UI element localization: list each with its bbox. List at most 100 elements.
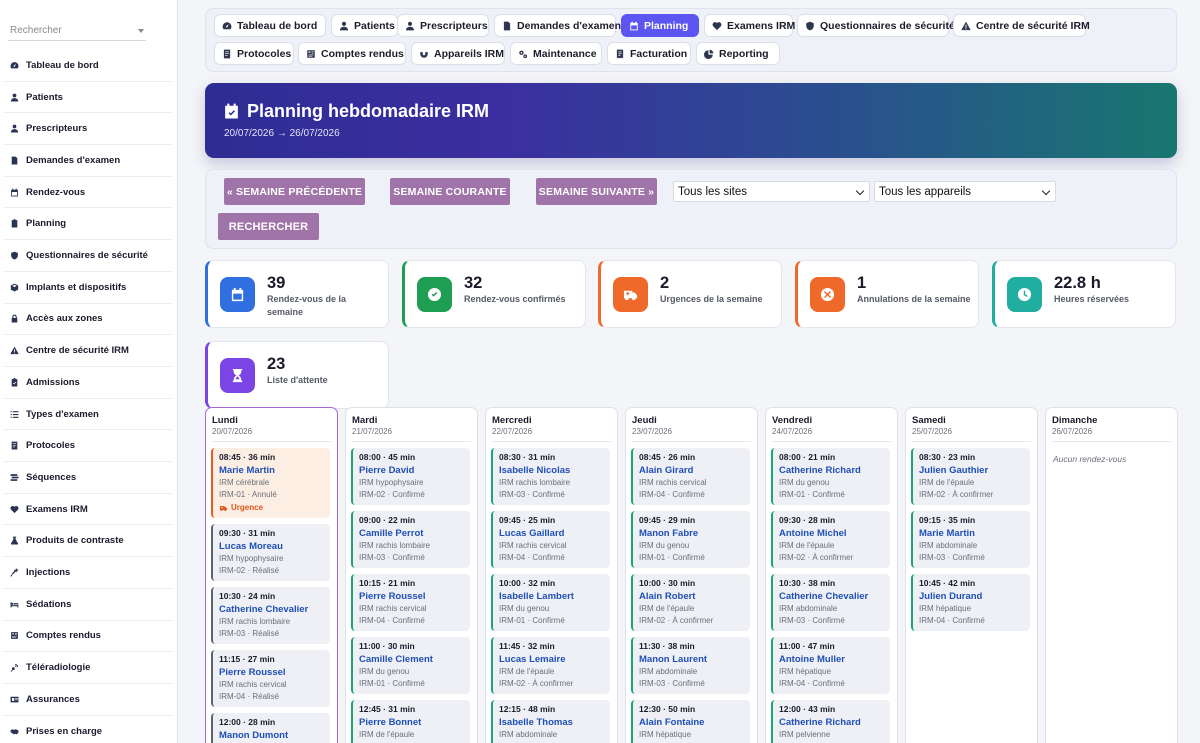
appointment-patient[interactable]: Lucas Moreau [219, 541, 283, 552]
sidebar-item-prescripteurs[interactable]: Prescripteurs [4, 113, 172, 146]
appointment-patient[interactable]: Isabelle Nicolas [499, 465, 570, 476]
search-input[interactable]: Rechercher [8, 22, 146, 41]
sidebar-item-tableau-de-bord[interactable]: Tableau de bord [4, 50, 172, 82]
sidebar-item-sedations[interactable]: Sédations [4, 589, 172, 621]
sidebar-item-implants-et-dispositifs[interactable]: Implants et dispositifs [4, 272, 172, 304]
appointment-patient[interactable]: Marie Martin [219, 465, 275, 476]
device-select[interactable]: Tous les appareils [874, 181, 1056, 202]
sidebar-item-comptes-rendus[interactable]: Comptes rendus [4, 621, 172, 653]
appointment-patient[interactable]: Isabelle Thomas [499, 717, 573, 728]
tab-planning[interactable]: Planning [621, 14, 699, 37]
appointment-patient[interactable]: Lucas Gaillard [499, 528, 564, 539]
tab-protocoles[interactable]: Protocoles [214, 42, 294, 65]
appointment-card[interactable]: 10:15 · 21 min Pierre Roussel IRM rachis c… [351, 574, 470, 631]
appointment-patient[interactable]: Alain Robert [639, 591, 695, 602]
appointment-card[interactable]: 12:15 · 48 min Isabelle Thomas IRM abdomin… [491, 700, 610, 743]
appointment-patient[interactable]: Lucas Lemaire [499, 654, 566, 665]
sidebar-item-admissions[interactable]: Admissions [4, 367, 172, 399]
sidebar-item-questionnaires-de-securite[interactable]: Questionnaires de sécurité [4, 240, 172, 272]
tab-comptes-rendus[interactable]: Comptes rendus [298, 42, 406, 65]
appointment-card[interactable]: 12:45 · 31 min Pierre Bonnet IRM de l'épau… [351, 700, 470, 743]
appointment-card[interactable]: 12:30 · 50 min Alain Fontaine IRM hépatiqu… [631, 700, 750, 743]
appointment-patient[interactable]: Julien Gauthier [919, 465, 988, 476]
appointment-card[interactable]: 08:45 · 36 min Marie Martin IRM cérébrale I… [211, 448, 330, 518]
appointment-patient[interactable]: Alain Girard [639, 465, 693, 476]
tab-facturation[interactable]: Facturation [607, 42, 691, 65]
sidebar-item-planning[interactable]: Planning [4, 209, 172, 241]
appointment-patient[interactable]: Pierre Bonnet [359, 717, 421, 728]
tab-prescripteurs[interactable]: Prescripteurs [397, 14, 489, 37]
sidebar-item-examens-irm[interactable]: Examens IRM [4, 494, 172, 526]
appointment-card[interactable]: 10:45 · 42 min Julien Durand IRM hépatique… [911, 574, 1030, 631]
sidebar-item-prises-en-charge[interactable]: Prises en charge [4, 716, 172, 743]
appointment-patient[interactable]: Manon Laurent [639, 654, 707, 665]
appointment-patient[interactable]: Pierre Roussel [359, 591, 426, 602]
sidebar-item-injections[interactable]: Injections [4, 557, 172, 589]
appointment-patient[interactable]: Catherine Chevalier [779, 591, 868, 602]
appointment-card[interactable]: 09:30 · 28 min Antoine Michel IRM de l'épa… [771, 511, 890, 568]
sidebar-item-produits-de-contraste[interactable]: Produits de contraste [4, 526, 172, 558]
appointment-patient[interactable]: Camille Clement [359, 654, 433, 665]
appointment-card[interactable]: 09:00 · 22 min Camille Perrot IRM rachis l… [351, 511, 470, 568]
appointment-patient[interactable]: Camille Perrot [359, 528, 423, 539]
tab-reporting[interactable]: Reporting [696, 42, 780, 65]
appointment-card[interactable]: 09:45 · 25 min Lucas Gaillard IRM rachis c… [491, 511, 610, 568]
appointment-card[interactable]: 11:45 · 32 min Lucas Lemaire IRM de l'épau… [491, 637, 610, 694]
appointment-card[interactable]: 08:00 · 21 min Catherine Richard IRM du ge… [771, 448, 890, 505]
sidebar-item-sequences[interactable]: Séquences [4, 462, 172, 494]
appointment-patient[interactable]: Catherine Richard [779, 717, 861, 728]
appointment-card[interactable]: 09:15 · 35 min Marie Martin IRM abdominale… [911, 511, 1030, 568]
appointment-card[interactable]: 08:30 · 23 min Julien Gauthier IRM de l'ép… [911, 448, 1030, 505]
sidebar-item-centre-de-securite-irm[interactable]: Centre de sécurité IRM [4, 335, 172, 367]
sidebar-item-types-d-examen[interactable]: Types d'examen [4, 399, 172, 431]
appointment-patient[interactable]: Isabelle Lambert [499, 591, 574, 602]
tab-centre-de-securite-irm[interactable]: Centre de sécurité IRM [953, 14, 1090, 37]
appointment-card[interactable]: 11:00 · 47 min Antoine Muller IRM hépatiqu… [771, 637, 890, 694]
appointment-patient[interactable]: Antoine Muller [779, 654, 845, 665]
appointment-card[interactable]: 10:30 · 24 min Catherine Chevalier IRM rac… [211, 587, 330, 644]
appointment-patient[interactable]: Manon Dumont [219, 730, 288, 741]
appointment-card[interactable]: 08:30 · 31 min Isabelle Nicolas IRM rachis… [491, 448, 610, 505]
tab-examens-irm[interactable]: Examens IRM [704, 14, 795, 37]
sidebar-item-patients[interactable]: Patients [4, 82, 172, 114]
tab-patients[interactable]: Patients [331, 14, 398, 37]
site-select[interactable]: Tous les sites [673, 181, 870, 202]
sidebar-item-acces-aux-zones[interactable]: Accès aux zones [4, 304, 172, 336]
appointment-patient[interactable]: Manon Fabre [639, 528, 698, 539]
appointment-card[interactable]: 11:00 · 30 min Camille Clement IRM du geno… [351, 637, 470, 694]
sidebar-item-label: Rendez-vous [26, 186, 86, 198]
appointment-card[interactable]: 08:00 · 45 min Pierre David IRM hypophysai… [351, 448, 470, 505]
next-week-button[interactable]: SEMAINE SUIVANTE » [536, 178, 657, 205]
tab-demandes-d-examen[interactable]: Demandes d'examen [494, 14, 621, 37]
appointment-card[interactable]: 08:45 · 26 min Alain Girard IRM rachis cer… [631, 448, 750, 505]
appointment-patient[interactable]: Alain Fontaine [639, 717, 704, 728]
appointment-patient[interactable]: Antoine Michel [779, 528, 847, 539]
sidebar-item-protocoles[interactable]: Protocoles [4, 430, 172, 463]
tab-maintenance[interactable]: Maintenance [510, 42, 602, 65]
appointment-card[interactable]: 11:15 · 27 min Pierre Roussel IRM rachis c… [211, 650, 330, 707]
prev-week-button[interactable]: « SEMAINE PRÉCÉDENTE [224, 178, 365, 205]
sidebar-item-demandes-d-examen[interactable]: Demandes d'examen [4, 145, 172, 177]
appointment-patient[interactable]: Pierre Roussel [219, 667, 286, 678]
appointment-patient[interactable]: Marie Martin [919, 528, 975, 539]
appointment-patient[interactable]: Catherine Richard [779, 465, 861, 476]
appointment-card[interactable]: 10:00 · 30 min Alain Robert IRM de l'épaul… [631, 574, 750, 631]
tab-tableau-de-bord[interactable]: Tableau de bord [214, 14, 326, 37]
appointment-card[interactable]: 09:45 · 29 min Manon Fabre IRM du genou IRM… [631, 511, 750, 568]
current-week-button[interactable]: SEMAINE COURANTE [390, 178, 510, 205]
sidebar-item-teleradiologie[interactable]: Téléradiologie [4, 652, 172, 684]
sidebar-item-rendez-vous[interactable]: Rendez-vous [4, 177, 172, 209]
appointment-card[interactable]: 12:00 · 43 min Catherine Richard IRM pelvi… [771, 700, 890, 743]
appointment-card[interactable]: 10:00 · 32 min Isabelle Lambert IRM du gen… [491, 574, 610, 631]
sidebar-item-assurances[interactable]: Assurances [4, 684, 172, 716]
appointment-card[interactable]: 09:30 · 31 min Lucas Moreau IRM hypophysai… [211, 524, 330, 581]
appointment-patient[interactable]: Julien Durand [919, 591, 982, 602]
appointment-card[interactable]: 11:30 · 38 min Manon Laurent IRM abdominal… [631, 637, 750, 694]
appointment-card[interactable]: 12:00 · 28 min Manon Dumont [211, 713, 330, 743]
appointment-patient[interactable]: Catherine Chevalier [219, 604, 308, 615]
appointment-card[interactable]: 10:30 · 38 min Catherine Chevalier IRM abd… [771, 574, 890, 631]
appointment-patient[interactable]: Pierre David [359, 465, 414, 476]
tab-questionnaires-de-securite[interactable]: Questionnaires de sécurité [797, 14, 955, 37]
tab-appareils-irm[interactable]: Appareils IRM [411, 42, 505, 65]
search-button[interactable]: RECHERCHER [218, 213, 319, 240]
